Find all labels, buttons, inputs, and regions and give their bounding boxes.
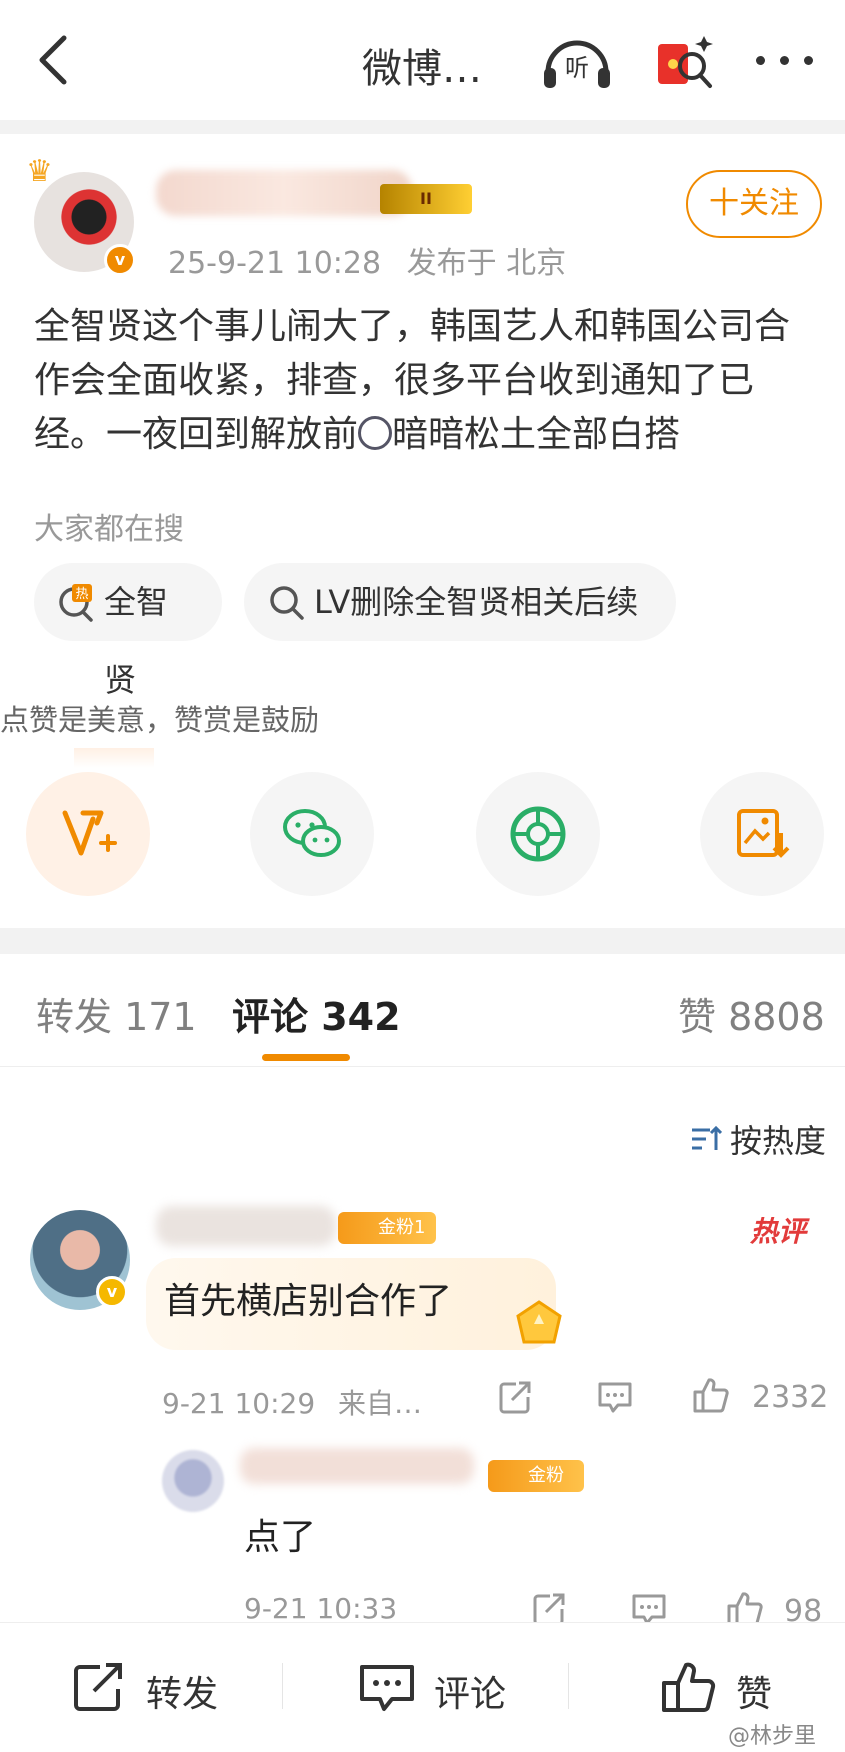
comment-meta: 9-21 10:29 来自… bbox=[162, 1382, 422, 1422]
moments-icon bbox=[510, 806, 566, 862]
listen-label: 听 bbox=[565, 54, 589, 82]
sort-button[interactable]: 按热度 bbox=[690, 1116, 826, 1162]
repost-button[interactable]: 转发 bbox=[70, 1663, 219, 1717]
fan-badge: 金粉1 bbox=[338, 1212, 436, 1244]
trending-chip-label: 全智贤 bbox=[104, 583, 169, 699]
save-image-button[interactable] bbox=[700, 772, 824, 896]
trending-chip-label: LV删除全智贤相关后续 bbox=[314, 583, 639, 621]
reply-avatar[interactable] bbox=[162, 1450, 224, 1512]
svg-text:热: 热 bbox=[75, 587, 88, 602]
reply-time: 9-21 10:33 bbox=[244, 1592, 398, 1625]
author-name-blurred[interactable] bbox=[156, 170, 412, 216]
post-location: 发布于 北京 bbox=[406, 246, 567, 281]
active-tab-indicator bbox=[262, 1054, 350, 1061]
section-divider bbox=[0, 928, 845, 954]
comment-label: 评论 bbox=[434, 1674, 507, 1715]
comment-source: 来自… bbox=[338, 1387, 423, 1420]
search-icon bbox=[270, 586, 304, 620]
level-badge: II bbox=[380, 184, 472, 214]
bar-divider bbox=[282, 1663, 283, 1709]
fan-badge: 金粉1 bbox=[488, 1460, 584, 1518]
hot-comment-tag: 热评 bbox=[750, 1215, 807, 1248]
hot-search-icon: 热 bbox=[59, 584, 93, 622]
comment-icon bbox=[360, 1665, 414, 1711]
trending-label: 大家都在搜 bbox=[34, 512, 184, 547]
bar-divider bbox=[568, 1663, 569, 1709]
follow-button[interactable]: 十关注 bbox=[686, 170, 822, 238]
like-count: 2332 bbox=[752, 1380, 829, 1415]
red-packet-search-icon[interactable] bbox=[652, 30, 716, 94]
v-plus-reward-icon bbox=[62, 810, 117, 856]
trending-chip-2[interactable]: LV删除全智贤相关后续 bbox=[244, 563, 676, 641]
bottom-action-bar: 转发 评论 赞 bbox=[0, 1622, 845, 1752]
share-wechat-button[interactable] bbox=[250, 772, 374, 896]
verified-badge: v bbox=[96, 1276, 128, 1308]
reply-text[interactable]: 点了 bbox=[244, 1508, 316, 1560]
section-divider bbox=[0, 120, 845, 134]
post-body: 全智贤这个事儿闹大了，韩国艺人和韩国公司合作会全面收紧，排查，很多平台收到通知了… bbox=[34, 300, 824, 462]
post-meta: 25-9-21 10:28 发布于 北京 bbox=[168, 238, 566, 282]
share-moments-button[interactable] bbox=[476, 772, 600, 896]
reply-name-blurred[interactable] bbox=[240, 1448, 474, 1484]
post-time: 25-9-21 10:28 bbox=[168, 246, 382, 281]
cry-face-emoji-icon bbox=[358, 416, 393, 450]
comment-button[interactable]: 评论 bbox=[358, 1665, 506, 1717]
tab-likes[interactable]: 赞 8808 bbox=[678, 986, 825, 1041]
sort-label: 按热度 bbox=[730, 1122, 827, 1160]
headphones-icon[interactable]: 听 bbox=[540, 32, 614, 92]
crown-icon: ♛ bbox=[26, 154, 53, 189]
verified-badge: v bbox=[104, 244, 136, 276]
watermark: @林步里 bbox=[728, 1724, 817, 1749]
repost-icon[interactable] bbox=[496, 1378, 534, 1416]
comment-text[interactable]: 首先横店别合作了 bbox=[164, 1272, 452, 1324]
top-bar: 微博… 听 bbox=[0, 0, 845, 120]
repost-label: 转发 bbox=[146, 1674, 219, 1715]
comment-icon[interactable] bbox=[596, 1378, 634, 1416]
save-image-icon bbox=[737, 809, 790, 858]
trending-chip-1[interactable]: 热 全智贤 bbox=[34, 563, 222, 699]
commenter-name-blurred[interactable] bbox=[156, 1206, 336, 1246]
more-dots-icon[interactable] bbox=[752, 40, 818, 80]
sort-icon bbox=[692, 1125, 722, 1150]
like-button[interactable]: 赞 bbox=[660, 1662, 773, 1717]
repost-icon bbox=[74, 1663, 122, 1711]
like-icon bbox=[662, 1662, 716, 1712]
tab-comments[interactable]: 评论 342 bbox=[232, 986, 401, 1041]
v-plus-reward-button[interactable] bbox=[26, 772, 150, 896]
reward-tooltip-tail bbox=[74, 748, 154, 768]
back-arrow-icon[interactable] bbox=[30, 30, 80, 90]
like-icon[interactable] bbox=[692, 1376, 730, 1414]
medal-icon bbox=[516, 1300, 562, 1344]
wechat-icon bbox=[283, 809, 341, 857]
reward-note: 点赞是美意，赞赏是鼓励 bbox=[0, 703, 320, 737]
post-text-part2: 暗暗松土全部白搭 bbox=[392, 414, 681, 455]
like-label: 赞 bbox=[736, 1674, 773, 1715]
page-title: 微博… bbox=[362, 46, 482, 92]
tab-repost[interactable]: 转发 171 bbox=[36, 986, 197, 1041]
comment-time: 9-21 10:29 bbox=[162, 1387, 316, 1420]
tab-divider bbox=[0, 1066, 845, 1067]
